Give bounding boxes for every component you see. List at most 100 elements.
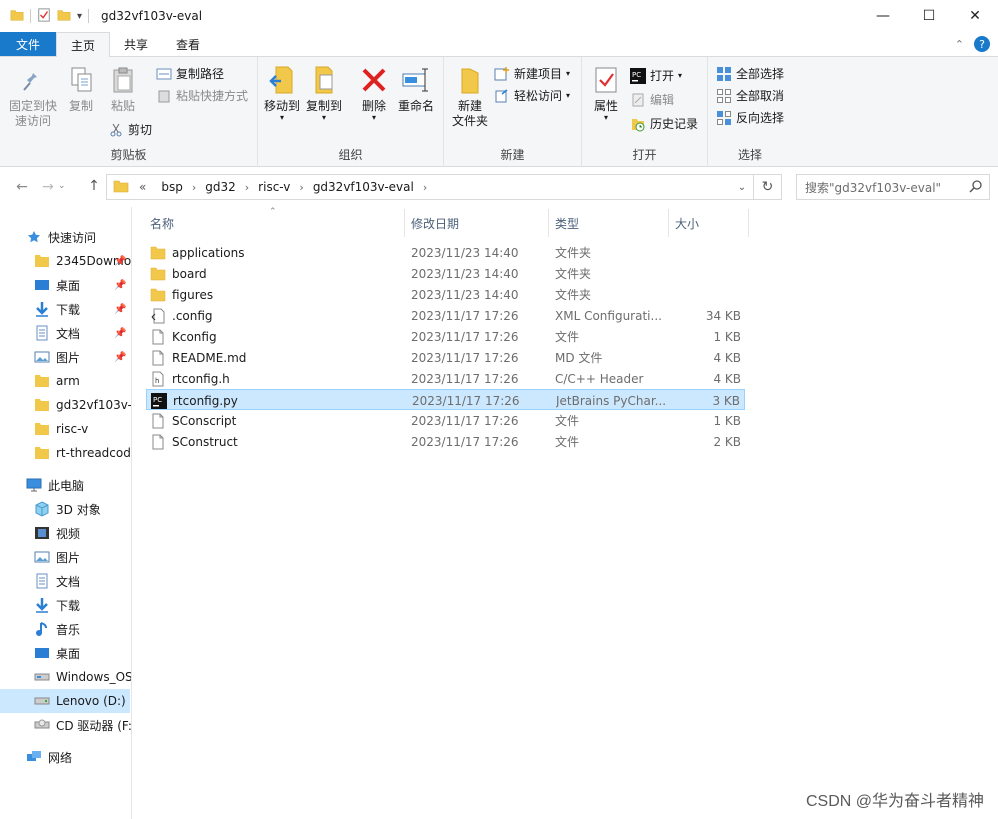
file-size: 1 KB — [713, 329, 741, 344]
sidebar-item-downloads[interactable]: 下载 📌 — [0, 297, 130, 321]
address-bar[interactable]: « bsp › gd32 › risc-v › gd32vf103v-eval … — [106, 174, 754, 200]
file-name-cell: .config — [150, 305, 400, 326]
paste-shortcut-button[interactable]: 粘贴快捷方式 — [156, 87, 248, 104]
file-row[interactable]: PC rtconfig.py 2023/11/17 17:26 JetBrains P… — [146, 389, 745, 410]
invert-selection-button[interactable]: 反向选择 — [716, 109, 784, 126]
sidebar-item-rt-threadcode[interactable]: rt-threadcode — [0, 441, 131, 465]
column-header-date[interactable]: 修改日期 — [411, 207, 459, 239]
file-name: SConscript — [172, 413, 237, 428]
breadcrumb-gd32vf103v-eval[interactable]: gd32vf103v-eval — [313, 180, 414, 194]
file-row[interactable]: README.md 2023/11/17 17:26 MD 文件 4 KB — [146, 347, 745, 368]
chevron-right-icon[interactable]: › — [423, 181, 427, 194]
close-button[interactable]: ✕ — [952, 0, 998, 32]
sidebar-item-pc-desktop[interactable]: 桌面 — [0, 641, 130, 665]
file-row[interactable]: .config 2023/11/17 17:26 XML Configurati..… — [146, 305, 745, 326]
breadcrumb-risc-v[interactable]: risc-v — [258, 180, 290, 194]
file-row[interactable]: SConstruct 2023/11/17 17:26 文件 2 KB — [146, 431, 745, 452]
tab-share[interactable]: 共享 — [110, 32, 162, 56]
search-box[interactable]: 搜索"gd32vf103v-eval" — [796, 174, 990, 200]
sidebar-item-risc-v[interactable]: risc-v — [0, 417, 130, 441]
copy-button[interactable]: 复制 — [62, 65, 100, 114]
move-to-button[interactable]: 移动到 ▾ — [262, 65, 302, 122]
maximize-button[interactable]: ☐ — [906, 0, 952, 32]
sidebar-item-downloads-folder[interactable]: 2345Downloads 📌 — [0, 249, 131, 273]
up-arrow-icon[interactable]: ↑ — [82, 178, 106, 194]
new-folder-icon[interactable] — [57, 8, 71, 25]
column-header-type[interactable]: 类型 — [555, 207, 579, 239]
file-row[interactable]: h rtconfig.h 2023/11/17 17:26 C/C++ Header 4… — [146, 368, 745, 389]
copy-path-button[interactable]: 复制路径 — [156, 65, 224, 82]
history-label: 历史记录 — [650, 117, 699, 131]
cut-button[interactable]: 剪切 — [108, 121, 152, 138]
properties-icon[interactable] — [37, 7, 51, 25]
file-row[interactable]: applications 2023/11/23 14:40 文件夹 — [146, 242, 745, 263]
chevron-right-icon[interactable]: › — [245, 181, 249, 194]
sidebar-label: 网络 — [48, 750, 73, 765]
select-all-button[interactable]: 全部选择 — [716, 65, 784, 82]
sidebar-item-pictures[interactable]: 图片 📌 — [0, 345, 130, 369]
minimize-button[interactable]: — — [860, 0, 906, 32]
sidebar-item-lenovo-d[interactable]: Lenovo (D:) — [0, 689, 130, 713]
forward-arrow-icon[interactable]: → — [36, 179, 60, 195]
tab-home[interactable]: 主页 — [56, 32, 111, 58]
sidebar-item-quick-access[interactable]: 快速访问 — [0, 225, 130, 249]
copy-to-button[interactable]: 复制到 ▾ — [304, 65, 344, 122]
chevron-right-icon[interactable]: › — [192, 181, 196, 194]
refresh-icon: ↻ — [761, 179, 774, 195]
sidebar-item-pc-pictures[interactable]: 图片 — [0, 545, 130, 569]
file-row[interactable]: Kconfig 2023/11/17 17:26 文件 1 KB — [146, 326, 745, 347]
sidebar-item-music[interactable]: 音乐 — [0, 617, 130, 641]
column-header-size[interactable]: 大小 — [675, 207, 699, 239]
history-button[interactable]: 历史记录 — [630, 115, 698, 132]
new-item-button[interactable]: 新建项目 ▾ — [494, 65, 570, 82]
open-button[interactable]: PC 打开 ▾ — [630, 67, 682, 84]
column-header-name[interactable]: 名称 — [150, 207, 174, 239]
qat-dropdown-icon[interactable]: ▾ — [77, 11, 82, 22]
sidebar-item-gd32vf103v-eval[interactable]: gd32vf103v-eval — [0, 393, 131, 417]
rename-button[interactable]: 重命名 — [396, 65, 436, 114]
sidebar-item-arm[interactable]: arm — [0, 369, 130, 393]
file-row[interactable]: figures 2023/11/23 14:40 文件夹 — [146, 284, 745, 305]
sidebar-item-pc-documents[interactable]: 文档 — [0, 569, 130, 593]
edit-button[interactable]: 编辑 — [630, 91, 674, 108]
ribbon-expand-icon[interactable]: ⌃ — [955, 38, 964, 51]
sidebar-item-network[interactable]: 网络 — [0, 745, 130, 769]
ribbon-tabs: 文件 主页 共享 查看 ⌃ ? — [0, 32, 998, 58]
tab-file[interactable]: 文件 — [0, 32, 57, 56]
file-name: applications — [172, 245, 245, 260]
sidebar-item-pc-downloads[interactable]: 下载 — [0, 593, 130, 617]
file-name-cell: h rtconfig.h — [150, 368, 400, 389]
sidebar-item-videos[interactable]: 视频 — [0, 521, 130, 545]
delete-button[interactable]: 删除 ▾ — [356, 65, 392, 122]
tab-view[interactable]: 查看 — [162, 32, 214, 56]
document-icon — [34, 325, 50, 341]
title-bar: ▾ gd32vf103v-eval — ☐ ✕ — [0, 0, 998, 32]
file-row[interactable]: SConscript 2023/11/17 17:26 文件 1 KB — [146, 410, 745, 431]
breadcrumb-overflow[interactable]: « — [139, 180, 146, 194]
pin-quick-access-button[interactable]: 固定到快 速访问 — [6, 65, 60, 129]
sidebar-item-this-pc[interactable]: 此电脑 — [0, 473, 130, 497]
help-icon[interactable]: ? — [974, 36, 990, 52]
quick-access-toolbar: ▾ — [10, 7, 90, 25]
new-folder-button[interactable]: 新建 文件夹 — [448, 65, 492, 129]
file-name-cell: PC rtconfig.py — [151, 390, 401, 411]
select-none-button[interactable]: 全部取消 — [716, 87, 784, 104]
back-arrow-icon[interactable]: ← — [10, 179, 34, 195]
properties-button[interactable]: 属性 ▾ — [588, 65, 624, 122]
recent-locations-icon[interactable]: ⌄ — [58, 181, 66, 191]
sidebar-item-documents[interactable]: 文档 📌 — [0, 321, 130, 345]
sidebar-item-windows-os[interactable]: Windows_OS — [0, 665, 131, 689]
sidebar-item-desktop[interactable]: 桌面 📌 — [0, 273, 130, 297]
easy-access-button[interactable]: 轻松访问 ▾ — [494, 87, 570, 104]
breadcrumb-gd32[interactable]: gd32 — [205, 180, 236, 194]
drive-icon — [34, 693, 50, 709]
address-dropdown-icon[interactable]: ⌄ — [731, 175, 753, 199]
search-icon[interactable] — [969, 179, 983, 196]
paste-button[interactable]: 粘贴 — [104, 65, 142, 114]
breadcrumb-bsp[interactable]: bsp — [161, 180, 183, 194]
refresh-button[interactable]: ↻ — [754, 174, 782, 200]
sidebar-item-cd-drive[interactable]: CD 驱动器 (F:) — [0, 713, 131, 737]
chevron-right-icon[interactable]: › — [299, 181, 303, 194]
file-row[interactable]: board 2023/11/23 14:40 文件夹 — [146, 263, 745, 284]
sidebar-item-3d-objects[interactable]: 3D 对象 — [0, 497, 130, 521]
